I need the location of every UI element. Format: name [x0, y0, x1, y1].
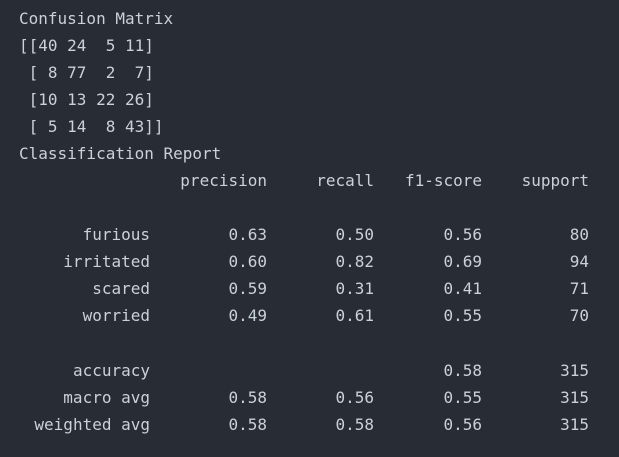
matrix-row: [ 5 14 8 43]] — [19, 117, 164, 137]
confusion-matrix-title: Confusion Matrix — [19, 9, 174, 28]
matrix-row: [[40 24 5 11] — [19, 36, 154, 56]
console-output: Confusion Matrix [[40 24 5 11] [ 8 77 2 … — [0, 0, 619, 457]
header-support: support — [521, 171, 589, 191]
row-support: 94 — [569, 252, 589, 272]
matrix-row: [ 8 77 2 7] — [19, 63, 154, 83]
row-precision: 0.60 — [228, 252, 267, 272]
row-precision — [150, 357, 267, 384]
row-f1: 0.56 — [443, 414, 482, 434]
row-label: furious — [82, 225, 150, 245]
row-support: 80 — [569, 225, 589, 245]
row-recall: 0.31 — [335, 279, 374, 299]
row-recall: 0.82 — [335, 252, 374, 272]
row-recall: 0.50 — [335, 225, 374, 245]
header-f1-score: f1-score — [404, 171, 482, 191]
row-recall — [267, 357, 374, 384]
row-f1: 0.58 — [443, 360, 482, 380]
row-label: scared — [92, 279, 150, 299]
row-support: 315 — [560, 360, 589, 380]
report-row-weighted-avg: weighted avg 0.58 0.58 0.56 315 — [19, 411, 619, 438]
report-row-scared: scared 0.59 0.31 0.41 71 — [19, 275, 619, 302]
report-row-irritated: irritated 0.60 0.82 0.69 94 — [19, 248, 619, 275]
report-row-worried: worried 0.49 0.61 0.55 70 — [19, 302, 619, 329]
row-precision: 0.49 — [228, 306, 267, 326]
row-label: weighted avg — [34, 414, 150, 434]
row-recall: 0.56 — [335, 387, 374, 407]
row-support: 315 — [560, 414, 589, 434]
report-row-accuracy: accuracy 0.58 315 — [19, 357, 619, 384]
row-f1: 0.55 — [443, 387, 482, 407]
header-spacer — [19, 167, 150, 194]
row-precision: 0.58 — [228, 414, 267, 434]
row-label: worried — [82, 306, 150, 326]
row-label: macro avg — [63, 387, 150, 407]
row-label: irritated — [63, 252, 150, 272]
row-precision: 0.58 — [228, 387, 267, 407]
row-recall: 0.58 — [335, 414, 374, 434]
row-precision: 0.59 — [228, 279, 267, 299]
header-precision: precision — [180, 171, 267, 191]
report-header-row: precision recall f1-score support — [19, 167, 619, 194]
row-recall: 0.61 — [335, 306, 374, 326]
classification-report-title: Classification Report — [19, 144, 222, 164]
row-f1: 0.41 — [443, 279, 482, 299]
header-recall: recall — [316, 171, 374, 191]
row-support: 315 — [560, 387, 589, 407]
report-row-macro-avg: macro avg 0.58 0.56 0.55 315 — [19, 384, 619, 411]
matrix-row: [10 13 22 26] — [19, 90, 154, 110]
row-label: accuracy — [72, 360, 150, 380]
row-f1: 0.69 — [443, 252, 482, 272]
row-support: 71 — [569, 279, 589, 299]
report-row-furious: furious 0.63 0.50 0.56 80 — [19, 221, 619, 248]
row-precision: 0.63 — [228, 225, 267, 245]
row-support: 70 — [569, 306, 589, 326]
row-f1: 0.56 — [443, 225, 482, 245]
row-f1: 0.55 — [443, 306, 482, 326]
